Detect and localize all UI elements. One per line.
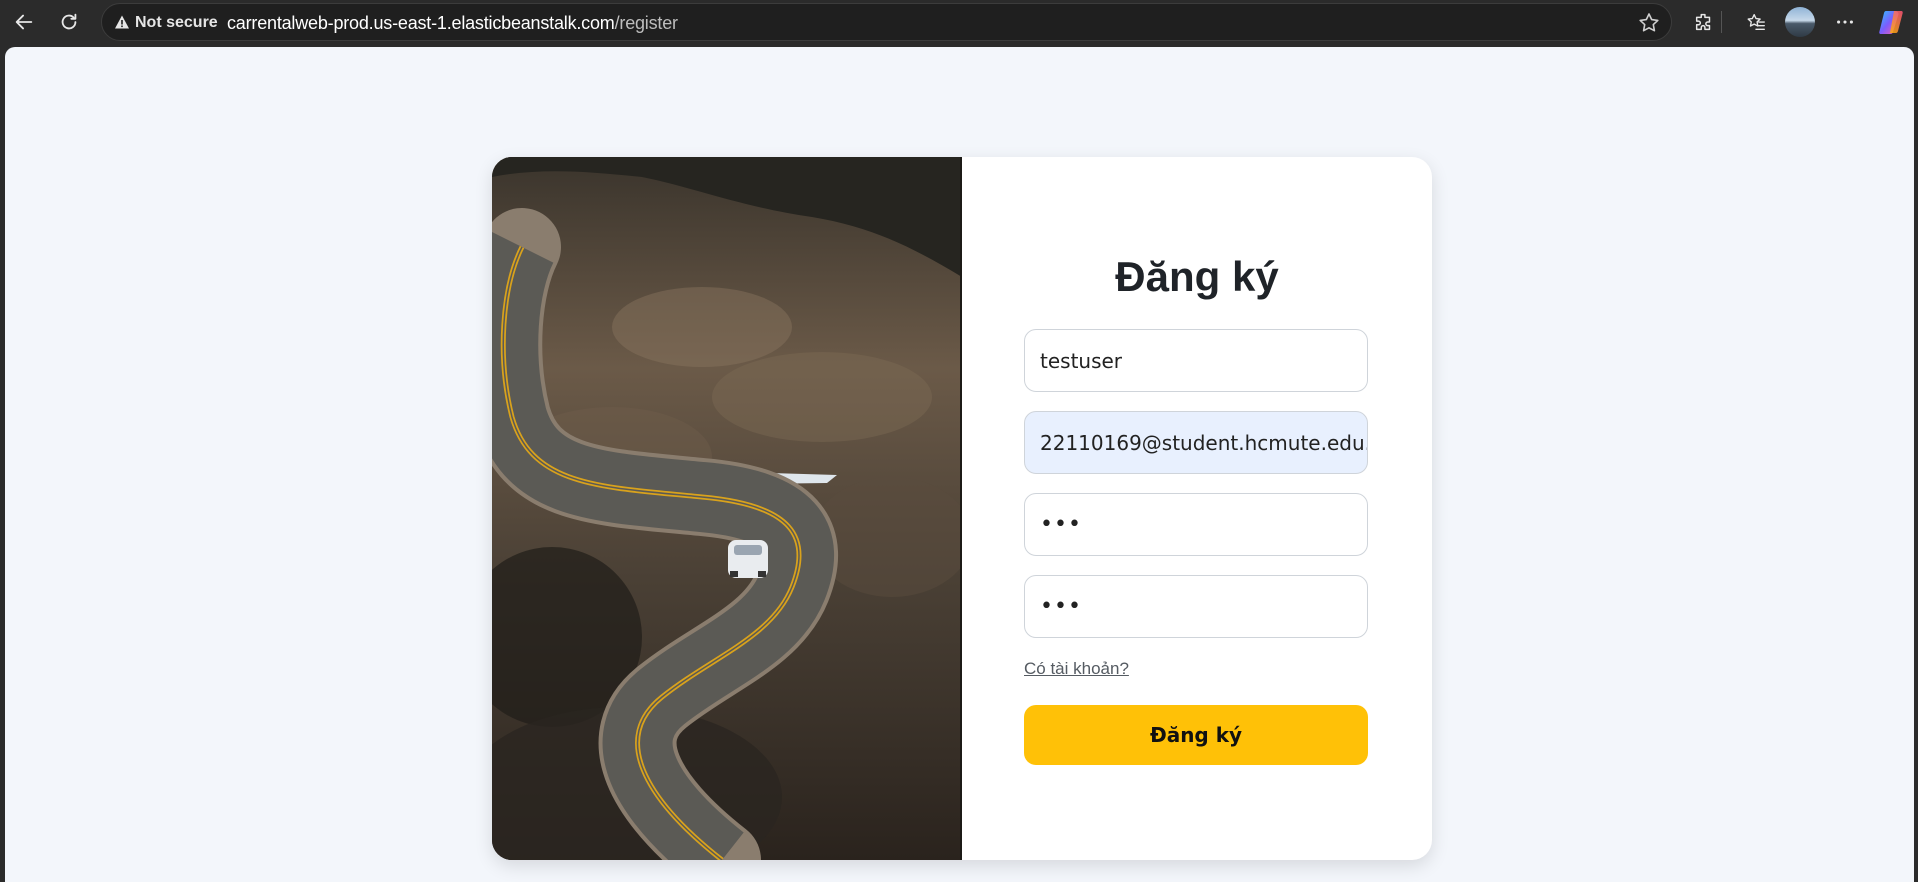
toolbar-divider: [1721, 11, 1722, 33]
extensions-icon: [1695, 13, 1711, 31]
more-icon: [1837, 20, 1853, 24]
reload-button[interactable]: [53, 6, 85, 38]
url-path: /register: [614, 13, 678, 33]
browser-toolbar: Not secure carrentalweb-prod.us-east-1.e…: [0, 0, 1918, 44]
register-button[interactable]: Đăng ký: [1024, 705, 1368, 765]
favorites-button[interactable]: [1740, 6, 1772, 38]
star-icon[interactable]: [1637, 11, 1661, 35]
page-viewport: Đăng ký testuser 22110169@student.hcmute…: [5, 47, 1914, 882]
extensions-button[interactable]: [1688, 6, 1720, 38]
car: [728, 540, 768, 578]
address-bar[interactable]: Not secure carrentalweb-prod.us-east-1.e…: [101, 3, 1672, 41]
login-link[interactable]: Có tài khoản?: [1024, 659, 1129, 679]
warning-icon: [115, 15, 129, 29]
back-button[interactable]: [8, 6, 40, 38]
page-title: Đăng ký: [1115, 253, 1279, 300]
email-input[interactable]: 22110169@student.hcmute.edu.vn: [1024, 411, 1368, 474]
profile-avatar[interactable]: [1785, 7, 1815, 37]
more-button[interactable]: [1829, 6, 1861, 38]
road-illustration: [492, 157, 962, 860]
copilot-icon[interactable]: [1877, 7, 1907, 37]
register-form: Đăng ký testuser 22110169@student.hcmute…: [962, 157, 1432, 860]
favorites-icon: [1747, 13, 1765, 31]
back-icon: [15, 14, 33, 30]
url-host: carrentalweb-prod.us-east-1.elasticbeans…: [227, 13, 615, 33]
confirm-password-input[interactable]: •••: [1024, 575, 1368, 638]
security-indicator[interactable]: Not secure: [135, 14, 218, 32]
reload-icon: [61, 13, 77, 30]
url-text[interactable]: carrentalweb-prod.us-east-1.elasticbeans…: [227, 13, 678, 34]
road-photo: [492, 157, 962, 860]
username-input[interactable]: testuser: [1024, 329, 1368, 392]
password-input[interactable]: •••: [1024, 493, 1368, 556]
register-card: Đăng ký testuser 22110169@student.hcmute…: [492, 157, 1432, 860]
